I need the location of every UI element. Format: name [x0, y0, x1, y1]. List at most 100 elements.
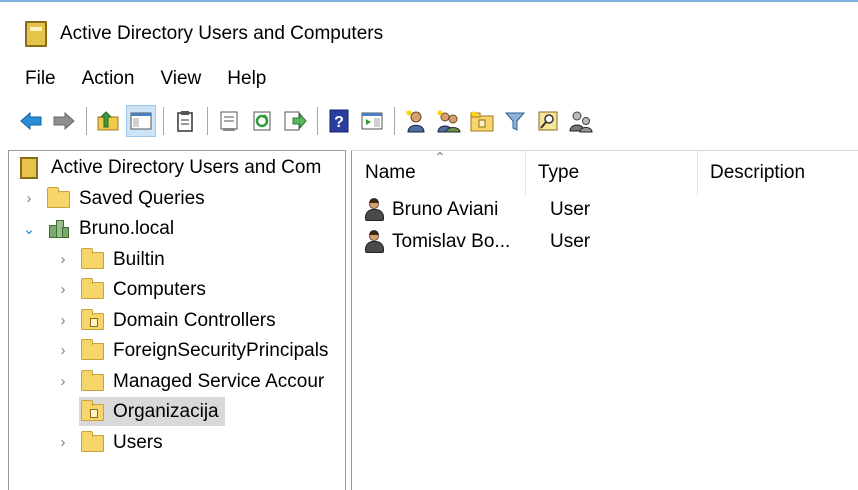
tree-root[interactable]: Active Directory Users and Com	[19, 153, 321, 182]
toolbar: ?	[0, 101, 858, 141]
ou-folder-icon	[81, 308, 105, 331]
back-button[interactable]	[16, 105, 46, 137]
column-header-description[interactable]: Description	[697, 151, 858, 195]
delegate-icon	[569, 111, 593, 133]
properties-icon	[220, 111, 238, 131]
expander-chevron-icon[interactable]: ›	[55, 434, 71, 451]
list-item[interactable]: Bruno Aviani User	[364, 195, 590, 225]
list-item[interactable]: Tomislav Bo... User	[364, 227, 590, 257]
menu-help[interactable]: Help	[214, 68, 279, 90]
user-name: Tomislav Bo...	[392, 231, 511, 252]
help-button[interactable]: ?	[324, 105, 354, 137]
expander-chevron-icon[interactable]: ›	[55, 312, 71, 329]
tree-item-label: ForeignSecurityPrincipals	[113, 339, 329, 361]
domain-icon	[47, 219, 71, 239]
clipboard-icon	[177, 111, 193, 132]
show-console-tree-icon	[130, 112, 152, 130]
forward-button[interactable]	[49, 105, 79, 137]
tree-item-managed-service-accounts[interactable]: › Managed Service Accour	[55, 367, 324, 396]
export-list-icon	[284, 111, 307, 131]
find-button[interactable]	[533, 105, 563, 137]
details-list[interactable]: Name ⌃ Type Description Bruno Aviani Use…	[351, 150, 858, 490]
toolbar-separator	[207, 107, 208, 135]
expander-chevron-icon[interactable]: ›	[55, 251, 71, 268]
tree-item-computers[interactable]: › Computers	[55, 275, 206, 304]
tree-item-label: Managed Service Accour	[113, 370, 325, 392]
tree-item-organizacija[interactable]: Organizacija	[79, 397, 225, 426]
toolbar-separator	[163, 107, 164, 135]
column-header-label: Description	[710, 162, 806, 183]
tree-item-domain-controllers[interactable]: › Domain Controllers	[55, 306, 276, 335]
delegate-control-button[interactable]	[566, 105, 596, 137]
user-icon	[364, 198, 386, 222]
user-type: User	[550, 199, 591, 220]
title-bar: Active Directory Users and Computers	[0, 14, 858, 54]
folder-icon	[81, 430, 105, 453]
refresh-button[interactable]	[247, 105, 277, 137]
up-folder-icon	[97, 111, 119, 131]
folder-icon	[81, 277, 105, 300]
up-one-level-button[interactable]	[93, 105, 123, 137]
new-ou-icon	[470, 111, 494, 132]
create-user-button[interactable]	[401, 105, 431, 137]
console-tree[interactable]: Active Directory Users and Com › Saved Q…	[8, 150, 346, 490]
tree-item-label: Users	[113, 431, 163, 453]
clipboard-button[interactable]	[170, 105, 200, 137]
column-header-type[interactable]: Type	[525, 151, 697, 195]
back-arrow-icon	[20, 111, 42, 131]
toolbar-separator	[317, 107, 318, 135]
column-header-label: Type	[538, 162, 580, 183]
tree-item-domain[interactable]: ⌄ Bruno.local	[21, 214, 174, 243]
ou-folder-icon	[81, 399, 105, 422]
tree-root-label: Active Directory Users and Com	[51, 156, 322, 178]
menu-view[interactable]: View	[147, 68, 214, 90]
tree-item-builtin[interactable]: › Builtin	[55, 245, 165, 274]
properties-button[interactable]	[214, 105, 244, 137]
ad-book-icon	[25, 21, 47, 47]
user-icon	[364, 230, 386, 254]
folder-icon	[81, 369, 105, 392]
window-top-border	[0, 0, 858, 2]
help-icon: ?	[329, 109, 349, 133]
export-list-button[interactable]	[280, 105, 310, 137]
new-group-icon	[437, 110, 461, 133]
create-ou-button[interactable]	[467, 105, 497, 137]
tree-item-label: Computers	[113, 278, 206, 300]
tree-item-users[interactable]: › Users	[55, 428, 163, 457]
folder-icon	[81, 247, 105, 270]
create-group-button[interactable]	[434, 105, 464, 137]
sort-ascending-icon: ⌃	[434, 150, 446, 165]
expander-chevron-icon[interactable]: ›	[21, 190, 37, 207]
tree-item-label: Bruno.local	[79, 217, 175, 239]
expander-chevron-icon[interactable]: ›	[55, 373, 71, 390]
refresh-icon	[253, 111, 271, 131]
forward-arrow-icon	[53, 111, 75, 131]
folder-icon	[47, 186, 71, 209]
menu-bar: File Action View Help	[0, 63, 279, 95]
expander-chevron-down-icon[interactable]: ⌄	[21, 221, 37, 238]
menu-file[interactable]: File	[0, 68, 69, 90]
window-title: Active Directory Users and Computers	[60, 23, 384, 44]
expander-chevron-icon[interactable]: ›	[55, 342, 71, 359]
tree-item-foreign-security-principals[interactable]: › ForeignSecurityPrincipals	[55, 336, 328, 365]
tree-item-label: Builtin	[113, 248, 165, 270]
tree-item-saved-queries[interactable]: › Saved Queries	[21, 184, 205, 213]
show-action-pane-button[interactable]	[357, 105, 387, 137]
expander-chevron-icon[interactable]: ›	[55, 281, 71, 298]
ad-book-icon	[19, 156, 41, 180]
action-pane-icon	[361, 112, 383, 130]
svg-text:?: ?	[334, 114, 344, 131]
show-hide-console-tree-button[interactable]	[126, 105, 156, 137]
column-header-label: Name	[365, 162, 416, 183]
filter-button[interactable]	[500, 105, 530, 137]
tree-item-label: Organizacija	[113, 400, 219, 422]
tree-item-label: Domain Controllers	[113, 309, 276, 331]
menu-action[interactable]: Action	[69, 68, 148, 90]
column-header-name[interactable]: Name ⌃	[352, 151, 525, 195]
filter-icon	[504, 112, 526, 131]
find-icon	[538, 111, 558, 131]
user-type: User	[550, 231, 591, 252]
toolbar-separator	[394, 107, 395, 135]
user-name: Bruno Aviani	[392, 199, 499, 220]
folder-icon	[81, 338, 105, 361]
